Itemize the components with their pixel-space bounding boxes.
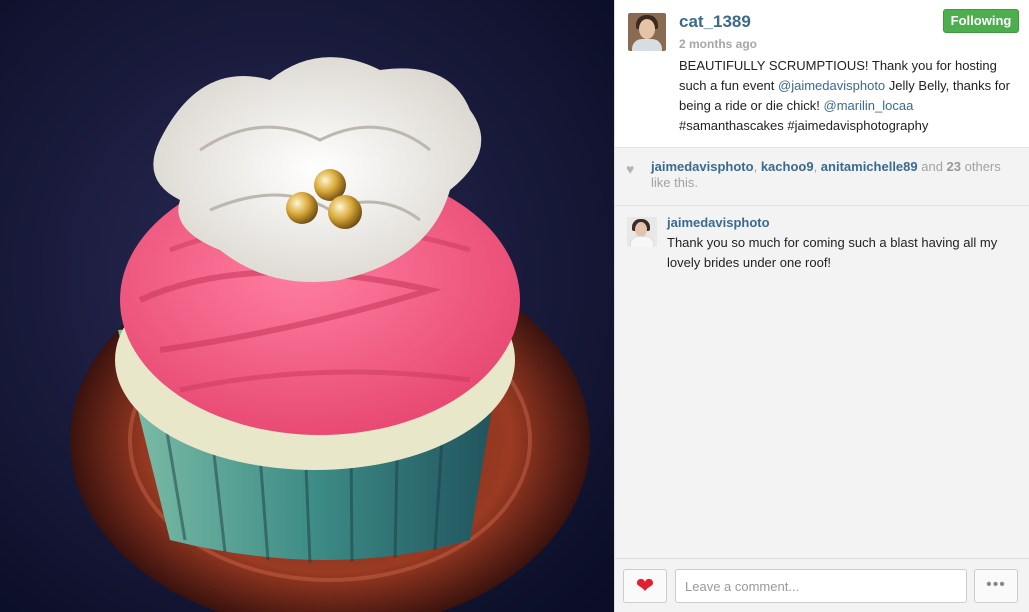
comment-input[interactable] <box>675 569 967 603</box>
caption-text-3: #samanthascakes #jaimedavisphotography <box>679 118 929 133</box>
comment-item: jaimedavisphoto Thank you so much for co… <box>615 207 1029 277</box>
post-details-panel: cat_1389 2 months ago Following BEAUTIFU… <box>614 0 1029 612</box>
like-button[interactable]: ❤ <box>623 569 667 603</box>
post-caption: BEAUTIFULLY SCRUMPTIOUS! Thank you for h… <box>679 56 1019 136</box>
more-options-button[interactable]: ••• <box>974 569 1018 603</box>
likes-separator: , <box>753 159 761 174</box>
likes-and-text: and <box>917 159 947 174</box>
likes-count: 23 <box>946 159 962 174</box>
likes-section: ♥ jaimedavisphoto, kachoo9, anitamichell… <box>615 148 1029 206</box>
author-username[interactable]: cat_1389 <box>679 12 751 32</box>
following-button[interactable]: Following <box>943 9 1019 33</box>
author-avatar[interactable] <box>628 13 666 51</box>
caption-mention-1[interactable]: @jaimedavisphoto <box>778 78 885 93</box>
liker-1[interactable]: jaimedavisphoto <box>651 159 754 174</box>
comment-text: Thank you so much for coming such a blas… <box>667 235 998 270</box>
post-photo <box>0 0 614 612</box>
comment-username[interactable]: jaimedavisphoto <box>667 215 770 230</box>
liker-3[interactable]: anitamichelle89 <box>821 159 918 174</box>
comments-list: jaimedavisphoto Thank you so much for co… <box>615 207 1029 277</box>
cupcake-photo-image <box>0 0 614 612</box>
caption-mention-2[interactable]: @marilin_locaa <box>824 98 914 113</box>
comment-footer: ❤ ••• <box>615 558 1029 612</box>
heart-icon: ❤ <box>635 573 655 598</box>
liker-2[interactable]: kachoo9 <box>761 159 814 174</box>
commenter-avatar[interactable] <box>627 217 657 247</box>
post-header: cat_1389 2 months ago Following BEAUTIFU… <box>615 0 1029 148</box>
likes-summary: jaimedavisphoto, kachoo9, anitamichelle8… <box>651 159 1001 191</box>
post-timestamp: 2 months ago <box>679 37 758 51</box>
heart-icon: ♥ <box>626 161 635 177</box>
likes-separator: , <box>813 159 821 174</box>
